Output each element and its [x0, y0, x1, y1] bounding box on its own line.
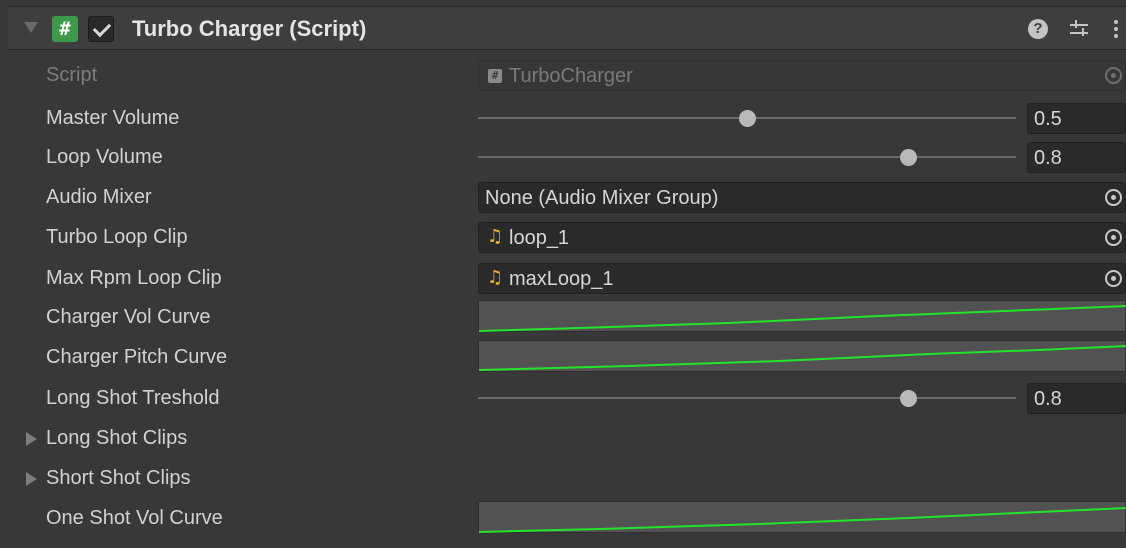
field-label: One Shot Vol Curve [46, 507, 223, 529]
field-row-audio-mixer: Audio Mixer None (Audio Mixer Group) [0, 177, 1126, 217]
number-value: 0.8 [1034, 147, 1062, 169]
loop-volume-slider-thumb[interactable] [899, 149, 917, 166]
loop-volume-input[interactable]: 0.8 [1027, 142, 1126, 173]
preset-icon[interactable] [1068, 18, 1092, 40]
number-value: 0.5 [1034, 108, 1062, 130]
object-picker-icon[interactable] [1105, 189, 1122, 206]
object-field-value: maxLoop_1 [509, 268, 614, 290]
foldout-arrow-icon[interactable] [24, 22, 38, 33]
loop-volume-slider-track[interactable] [478, 156, 1016, 158]
object-field-value: loop_1 [509, 227, 570, 249]
inspector-panel: # Turbo Charger (Script) ? Script # Turb… [0, 0, 1126, 548]
long-shot-treshold-input[interactable]: 0.8 [1027, 383, 1126, 414]
field-row-long-shot-treshold: Long Shot Treshold 0.8 [0, 378, 1126, 418]
number-value: 0.8 [1034, 388, 1062, 410]
field-label: Master Volume [46, 107, 180, 129]
field-label: Script [46, 64, 98, 86]
charger-vol-curve-field[interactable] [478, 300, 1126, 332]
audio-mixer-object-field[interactable]: None (Audio Mixer Group) [478, 182, 1126, 213]
object-picker-icon[interactable] [1105, 270, 1122, 287]
field-row-loop-volume: Loop Volume 0.8 [0, 137, 1126, 177]
script-object-field: # TurboCharger [478, 60, 1126, 91]
field-label: Max Rpm Loop Clip [46, 267, 222, 289]
master-volume-slider-thumb[interactable] [738, 110, 756, 127]
master-volume-input[interactable]: 0.5 [1027, 103, 1126, 134]
curve-preview [479, 305, 1126, 332]
field-label: Charger Pitch Curve [46, 346, 228, 368]
field-label: Audio Mixer [46, 186, 152, 208]
foldout-arrow-icon[interactable] [26, 432, 37, 446]
component-enabled-checkbox[interactable] [88, 16, 114, 42]
component-header[interactable]: # Turbo Charger (Script) ? [8, 6, 1126, 50]
field-row-charger-pitch-curve: Charger Pitch Curve [0, 337, 1126, 377]
foldout-arrow-icon[interactable] [26, 472, 37, 486]
long-shot-treshold-slider-track[interactable] [478, 397, 1016, 399]
menu-icon[interactable] [1113, 18, 1119, 40]
component-title: Turbo Charger (Script) [132, 16, 367, 41]
field-row-master-volume: Master Volume 0.5 [0, 98, 1126, 138]
turbo-loop-clip-object-field[interactable]: ♫ loop_1 [478, 222, 1126, 253]
audio-clip-icon: ♫ [487, 226, 504, 247]
max-rpm-loop-clip-object-field[interactable]: ♫ maxLoop_1 [478, 263, 1126, 294]
long-shot-treshold-slider-thumb[interactable] [899, 390, 917, 407]
field-row-turbo-loop-clip: Turbo Loop Clip ♫ loop_1 [0, 217, 1126, 257]
field-row-charger-vol-curve: Charger Vol Curve [0, 297, 1126, 337]
field-label: Turbo Loop Clip [46, 226, 188, 248]
object-picker-icon [1105, 67, 1122, 84]
object-field-value: None (Audio Mixer Group) [485, 187, 719, 209]
help-icon[interactable]: ? [1028, 19, 1048, 39]
field-label: Long Shot Treshold [46, 387, 220, 409]
script-icon: # [52, 16, 78, 42]
field-row-short-shot-clips[interactable]: Short Shot Clips [0, 458, 1126, 498]
object-field-value: TurboCharger [509, 65, 633, 87]
field-label: Loop Volume [46, 146, 163, 168]
field-row-long-shot-clips[interactable]: Long Shot Clips [0, 418, 1126, 458]
field-label[interactable]: Long Shot Clips [46, 427, 187, 449]
one-shot-vol-curve-field[interactable] [478, 501, 1126, 533]
script-icon: # [488, 69, 502, 83]
curve-preview [479, 507, 1126, 533]
audio-clip-icon: ♫ [487, 267, 504, 288]
field-label[interactable]: Short Shot Clips [46, 467, 191, 489]
object-picker-icon[interactable] [1105, 229, 1122, 246]
field-row-one-shot-vol-curve: One Shot Vol Curve [0, 498, 1126, 538]
field-row-max-rpm-loop-clip: Max Rpm Loop Clip ♫ maxLoop_1 [0, 258, 1126, 298]
curve-preview [479, 345, 1126, 371]
field-label: Charger Vol Curve [46, 306, 211, 328]
field-row-script: Script # TurboCharger [0, 55, 1126, 95]
charger-pitch-curve-field[interactable] [478, 340, 1126, 372]
